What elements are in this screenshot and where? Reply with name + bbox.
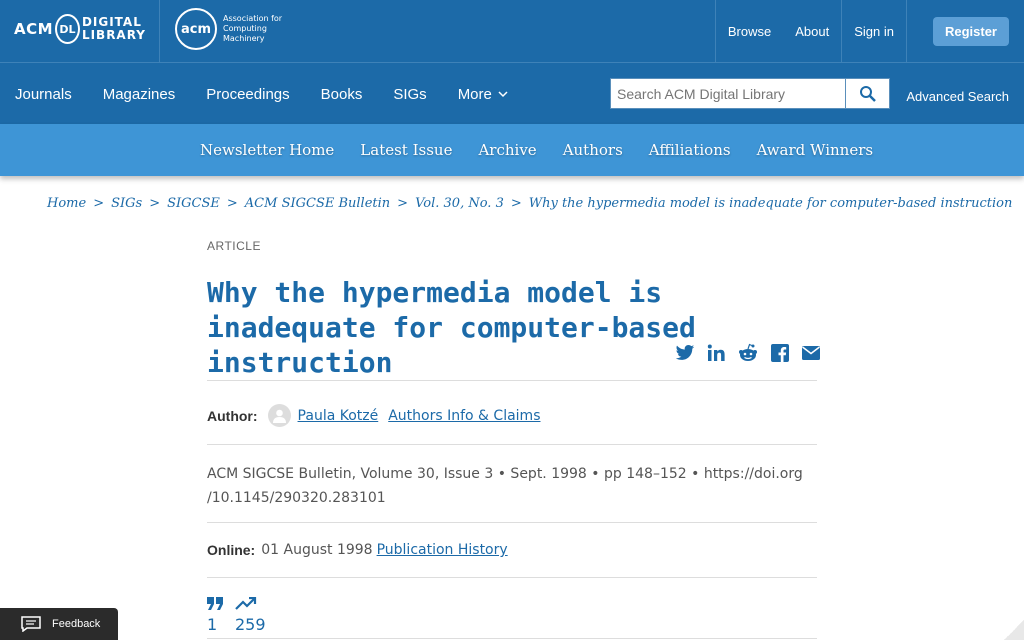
acm-logo-text: Association for Computing Machinery [223,14,283,43]
feedback-button[interactable]: Feedback [0,608,118,640]
top-bar: ACM DL DIGITAL LIBRARY acm Association fo… [0,0,1024,62]
downloads-metric[interactable]: 259 [235,596,266,634]
browse-link[interactable]: Browse [716,24,783,39]
publication-info: ACM SIGCSE Bulletin, Volume 30, Issue 3 … [207,462,807,510]
authors-info-link[interactable]: Authors Info & Claims [388,408,540,424]
acm-dl-logo[interactable]: ACM DL DIGITAL LIBRARY [14,12,146,46]
search-button[interactable] [846,78,890,109]
sig-nav: Newsletter Home Latest Issue Archive Aut… [0,124,1024,176]
nav-proceedings[interactable]: Proceedings [206,86,289,103]
email-icon[interactable] [801,345,821,361]
acm-logo[interactable]: acm Association for Computing Machinery [175,8,303,50]
citation-count: 1 [207,615,218,634]
nav-magazines[interactable]: Magazines [103,86,176,103]
facebook-icon[interactable] [771,344,789,362]
divider [207,638,817,639]
feedback-label: Feedback [52,618,101,630]
main-nav: Journals Magazines Proceedings Books SIG… [0,62,1024,124]
acm-circle-mark: acm [175,8,217,50]
download-count: 259 [235,615,266,634]
breadcrumb-bulletin[interactable]: ACM SIGCSE Bulletin [245,196,390,211]
register-button[interactable]: Register [932,16,1009,46]
sig-authors[interactable]: Authors [563,141,623,159]
nav-journals[interactable]: Journals [15,86,72,103]
divider [207,522,817,523]
breadcrumb-current: Why the hypermedia model is inadequate f… [528,196,1013,211]
author-row: Author: Paula Kotzé Authors Info & Claim… [207,404,541,427]
article-title: Why the hypermedia model is inadequate f… [207,276,696,379]
breadcrumb-home[interactable]: Home [47,196,86,211]
author-name-link[interactable]: Paula Kotzé [298,408,379,424]
share-icons [663,343,821,363]
logo-dl-text: DIGITAL LIBRARY [81,15,146,42]
quote-icon [207,597,223,610]
logo-dl-circle: DL [55,14,80,44]
sign-in-link[interactable]: Sign in [842,24,906,39]
nav-more[interactable]: More [458,86,508,103]
advanced-search-link[interactable]: Advanced Search [906,89,1009,104]
chat-icon [21,616,41,632]
author-label: Author: [207,407,258,424]
article-type: ARTICLE [207,239,261,253]
online-label: Online: [207,542,256,558]
pub-info-line1: ACM SIGCSE Bulletin, Volume 30, Issue 3 … [207,466,803,482]
breadcrumb-sigs[interactable]: SIGs [111,196,142,211]
nav-books[interactable]: Books [321,86,363,103]
sig-newsletter-home[interactable]: Newsletter Home [200,141,334,159]
search-icon [859,85,876,102]
sig-award-winners[interactable]: Award Winners [757,141,874,159]
sig-affiliations[interactable]: Affiliations [649,141,731,159]
about-link[interactable]: About [783,24,841,39]
citations-metric[interactable]: 1 [207,596,223,634]
nav-sigs[interactable]: SIGs [393,86,426,103]
breadcrumb-sigcse[interactable]: SIGCSE [167,196,220,211]
avatar [267,404,291,427]
online-row: Online: 01 August 1998 Publication Histo… [207,542,508,558]
publication-history-link[interactable]: Publication History [377,542,508,558]
logo-acm-text: ACM [14,20,54,38]
online-date: 01 August 1998 [261,542,373,558]
linkedin-icon[interactable] [707,344,725,362]
search-bar [610,78,890,109]
divider [207,380,817,381]
chevron-down-icon [498,91,508,98]
top-links: Browse About Sign in Register [714,0,1024,62]
twitter-icon[interactable] [675,344,695,362]
sig-archive[interactable]: Archive [478,141,536,159]
reddit-icon[interactable] [737,343,759,363]
pub-info-line2[interactable]: /10.1145/290320.283101 [207,486,807,510]
breadcrumb: Home > SIGs > SIGCSE > ACM SIGCSE Bulletin >… [47,196,1013,211]
search-input[interactable] [610,78,846,109]
person-icon [272,409,286,423]
trending-up-icon [235,596,257,610]
sig-latest-issue[interactable]: Latest Issue [360,141,452,159]
breadcrumb-volume[interactable]: Vol. 30, No. 3 [415,196,504,211]
divider [207,444,817,445]
divider [207,577,817,578]
page-curl [1004,620,1024,640]
logo-divider [159,0,160,62]
